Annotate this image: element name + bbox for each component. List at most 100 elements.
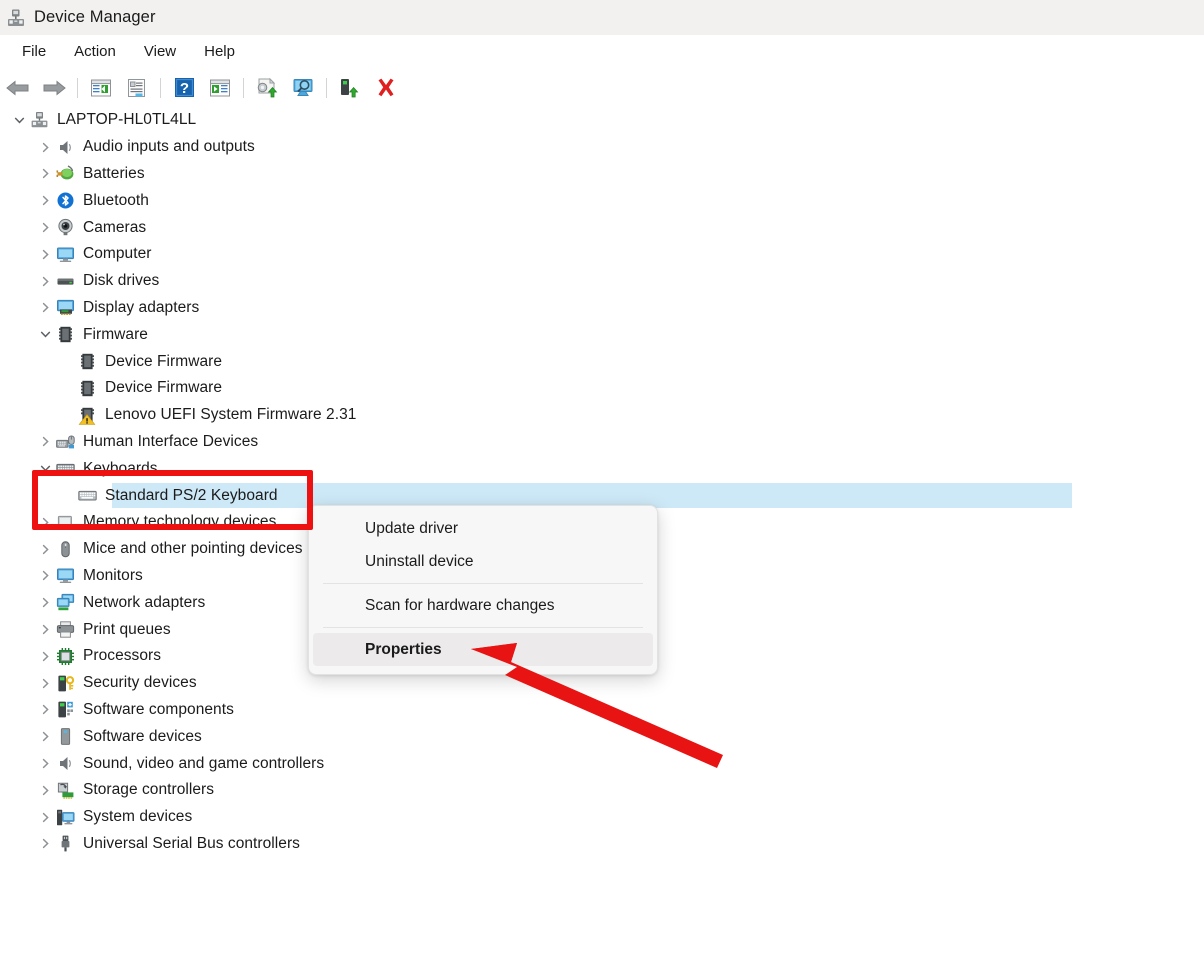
chevron-right-icon[interactable] <box>34 241 56 268</box>
display-adapter-icon <box>56 298 75 317</box>
tree-node-system-devices[interactable]: System devices <box>0 804 1204 831</box>
tree-node-cameras[interactable]: Cameras <box>0 214 1204 241</box>
toolbar-enable-device[interactable] <box>335 73 365 103</box>
tree-node-software-components[interactable]: Software components <box>0 697 1204 724</box>
tree-node-label: Sound, video and game controllers <box>83 754 325 772</box>
chevron-right-icon[interactable] <box>34 187 56 214</box>
menu-file[interactable]: File <box>10 40 58 63</box>
chevron-right-icon[interactable] <box>34 750 56 777</box>
chevron-down-icon[interactable] <box>34 455 56 482</box>
chevron-right-icon[interactable] <box>34 697 56 724</box>
tree-node-universal-serial-bus-controllers[interactable]: Universal Serial Bus controllers <box>0 831 1204 858</box>
tree-node-label: Computer <box>83 245 152 263</box>
chevron-right-icon[interactable] <box>34 161 56 188</box>
network-adapter-icon <box>56 593 75 612</box>
tree-node-storage-controllers[interactable]: Storage controllers <box>0 777 1204 804</box>
toolbar-scan-hardware[interactable] <box>288 73 318 103</box>
chevron-right-icon[interactable] <box>34 563 56 590</box>
tree-node-audio-inputs-and-outputs[interactable]: Audio inputs and outputs <box>0 134 1204 161</box>
context-scan-hardware[interactable]: Scan for hardware changes <box>313 589 653 622</box>
printer-icon <box>56 620 75 639</box>
mouse-icon <box>56 540 75 559</box>
camera-icon <box>56 218 75 237</box>
chevron-right-icon[interactable] <box>34 804 56 831</box>
toolbar-console-tree[interactable] <box>86 73 116 103</box>
toolbar-help[interactable]: ? <box>169 73 199 103</box>
chevron-right-icon[interactable] <box>34 134 56 161</box>
chevron-down-icon[interactable] <box>8 107 30 134</box>
computer-icon <box>56 245 75 264</box>
tree-node-label: Universal Serial Bus controllers <box>83 834 300 852</box>
toolbar-update-driver[interactable] <box>252 73 282 103</box>
chevron-right-icon[interactable] <box>34 616 56 643</box>
tree-node-display-adapters[interactable]: Display adapters <box>0 295 1204 322</box>
battery-icon <box>56 164 75 183</box>
tree-node-label: Storage controllers <box>83 781 215 799</box>
tree-node-keyboards[interactable]: Keyboards <box>0 455 1204 482</box>
tree-node-sound-video-and-game-controllers[interactable]: Sound, video and game controllers <box>0 750 1204 777</box>
tree-node-firmware[interactable]: Firmware <box>0 321 1204 348</box>
tree-node-label: Human Interface Devices <box>83 432 259 450</box>
menu-view[interactable]: View <box>132 40 188 63</box>
storage-controller-icon <box>56 781 75 800</box>
sound-controller-icon <box>56 754 75 773</box>
chevron-down-icon[interactable] <box>34 321 56 348</box>
tree-node-lenovo-uefi-system-firmware[interactable]: Lenovo UEFI System Firmware 2.31 <box>0 402 1204 429</box>
processor-icon <box>56 647 75 666</box>
context-uninstall-device[interactable]: Uninstall device <box>313 545 653 578</box>
chevron-right-icon[interactable] <box>34 670 56 697</box>
tree-node-label: Software devices <box>83 727 202 745</box>
toolbar-separator <box>77 77 78 98</box>
tree-node-label: System devices <box>83 808 193 826</box>
computer-root-icon <box>30 111 49 130</box>
tree-node-label: Display adapters <box>83 298 200 316</box>
chevron-right-icon[interactable] <box>34 295 56 322</box>
menu-action[interactable]: Action <box>62 40 128 63</box>
chevron-right-icon[interactable] <box>34 214 56 241</box>
usb-controller-icon <box>56 834 75 853</box>
menu-help[interactable]: Help <box>192 40 247 63</box>
chevron-right-icon[interactable] <box>34 536 56 563</box>
tree-node-label: Network adapters <box>83 593 206 611</box>
toolbar-properties[interactable] <box>122 73 152 103</box>
svg-text:?: ? <box>179 80 188 97</box>
tree-node-label: Memory technology devices <box>83 513 277 531</box>
chevron-right-icon[interactable] <box>34 268 56 295</box>
tree-node-label: Keyboards <box>83 459 158 477</box>
context-properties[interactable]: Properties <box>313 633 653 666</box>
firmware-icon <box>78 352 97 371</box>
tree-node-label: Cameras <box>83 218 147 236</box>
tree-node-software-devices[interactable]: Software devices <box>0 723 1204 750</box>
tree-node-label: Monitors <box>83 566 143 584</box>
chevron-right-icon[interactable] <box>34 643 56 670</box>
hid-icon <box>56 432 75 451</box>
tree-node-computer[interactable]: Computer <box>0 241 1204 268</box>
context-menu-separator <box>323 583 643 584</box>
toolbar-action-pane[interactable] <box>205 73 235 103</box>
window-title: Device Manager <box>34 8 156 26</box>
context-update-driver[interactable]: Update driver <box>313 512 653 545</box>
firmware-icon <box>78 379 97 398</box>
toolbar-back[interactable] <box>3 73 33 103</box>
speaker-icon <box>56 138 75 157</box>
chevron-right-icon[interactable] <box>34 429 56 456</box>
tree-node-batteries[interactable]: Batteries <box>0 161 1204 188</box>
tree-node-human-interface-devices[interactable]: Human Interface Devices <box>0 429 1204 456</box>
chevron-right-icon[interactable] <box>34 777 56 804</box>
toolbar-forward[interactable] <box>39 73 69 103</box>
context-menu[interactable]: Update driver Uninstall device Scan for … <box>308 505 658 675</box>
software-component-icon <box>56 700 75 719</box>
tree-node-root[interactable]: LAPTOP-HL0TL4LL <box>0 107 1204 134</box>
tree-node-device-firmware[interactable]: Device Firmware <box>0 348 1204 375</box>
tree-node-label: Standard PS/2 Keyboard <box>105 486 278 504</box>
toolbar-uninstall-device[interactable] <box>371 73 401 103</box>
chevron-right-icon[interactable] <box>34 723 56 750</box>
chevron-right-icon[interactable] <box>34 831 56 858</box>
tree-node-bluetooth[interactable]: Bluetooth <box>0 187 1204 214</box>
tree-node-disk-drives[interactable]: Disk drives <box>0 268 1204 295</box>
tree-node-label: Batteries <box>83 164 145 182</box>
toolbar-separator <box>243 77 244 98</box>
chevron-right-icon[interactable] <box>34 509 56 536</box>
tree-node-device-firmware[interactable]: Device Firmware <box>0 375 1204 402</box>
chevron-right-icon[interactable] <box>34 589 56 616</box>
